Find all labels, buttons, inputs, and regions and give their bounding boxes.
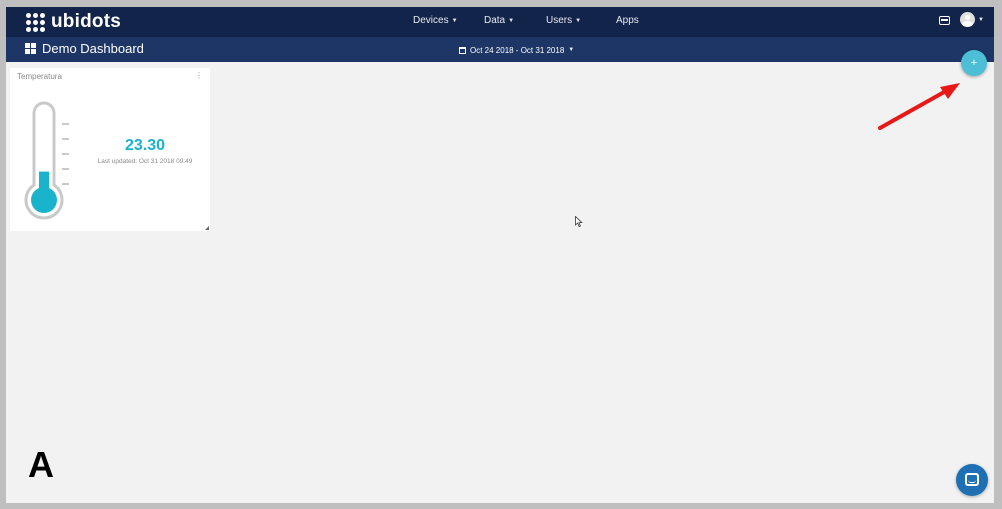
dashboard-grid-icon xyxy=(25,43,36,54)
add-widget-button[interactable]: + xyxy=(961,50,987,76)
nav-item-label: Apps xyxy=(616,15,639,26)
widget-reading: 23.30 Last updated: Oct 31 2018 09:49 xyxy=(86,137,204,165)
nav-item-devices[interactable]: Devices ▼ xyxy=(413,15,458,26)
app-frame: ubidots Devices ▼ Data ▼ Users ▼ Apps ▼ … xyxy=(6,7,994,503)
annotation-letter: A xyxy=(28,444,54,485)
user-avatar-icon xyxy=(960,12,976,27)
caret-down-icon: ▼ xyxy=(575,17,582,24)
resize-handle-icon[interactable] xyxy=(205,226,209,230)
calendar-icon xyxy=(459,46,466,54)
dashboard-header: Demo Dashboard Oct 24 2018 - Oct 31 2018… xyxy=(6,37,994,62)
annotation-arrow-icon xyxy=(878,83,960,130)
dashboard-title[interactable]: Demo Dashboard xyxy=(25,41,144,56)
caret-down-icon: ▼ xyxy=(451,17,458,24)
top-navbar: ubidots Devices ▼ Data ▼ Users ▼ Apps ▼ xyxy=(6,7,994,37)
chat-support-icon[interactable] xyxy=(956,464,988,496)
nav-item-users[interactable]: Users ▼ xyxy=(546,15,581,26)
user-menu[interactable]: ▼ xyxy=(960,12,984,27)
nav-right: ▼ xyxy=(939,12,984,27)
nav-item-label: Data xyxy=(484,15,506,26)
caret-down-icon: ▼ xyxy=(568,47,575,53)
date-range-text: Oct 24 2018 - Oct 31 2018 xyxy=(470,45,565,55)
nav-item-label: Devices xyxy=(413,15,449,26)
nav-item-label: Users xyxy=(546,15,573,26)
last-updated-text: Last updated: Oct 31 2018 09:49 xyxy=(97,158,193,165)
caret-down-icon: ▼ xyxy=(508,17,515,24)
widget-menu-icon[interactable]: ⋮ xyxy=(195,71,203,80)
inbox-icon[interactable] xyxy=(939,16,951,25)
caret-down-icon: ▼ xyxy=(978,16,984,23)
nav-item-data[interactable]: Data ▼ xyxy=(484,15,514,26)
temperature-value: 23.30 xyxy=(124,137,166,154)
thermometer-fill xyxy=(39,171,49,201)
nav-menu: Devices ▼ Data ▼ Users ▼ Apps xyxy=(6,7,994,37)
thermometer-widget[interactable]: Temperatura ⋮ 23.30 Last updated: Oct 31… xyxy=(10,68,210,231)
nav-item-apps[interactable]: Apps xyxy=(616,15,639,26)
dashboard-title-text: Demo Dashboard xyxy=(42,41,144,56)
mouse-cursor-icon xyxy=(575,216,583,227)
thermometer-gauge xyxy=(24,101,69,220)
widget-title: Temperatura xyxy=(17,72,62,81)
date-range-picker[interactable]: Oct 24 2018 - Oct 31 2018 ▼ xyxy=(459,45,574,55)
